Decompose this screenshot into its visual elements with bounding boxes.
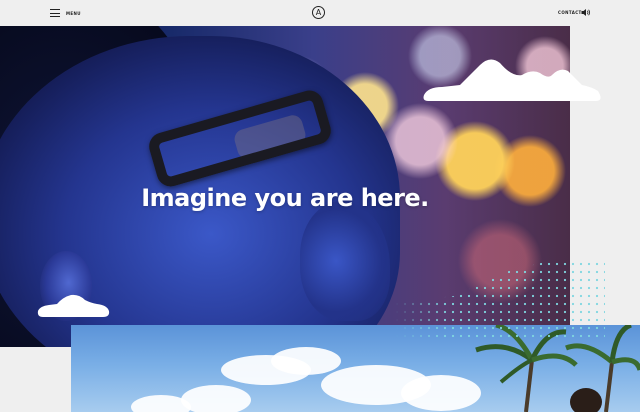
hamburger-icon [50, 9, 60, 17]
page: MENU A CONTACT Imagine you are here. [0, 0, 640, 412]
hero-headline: Imagine you are here. [141, 184, 429, 212]
top-bar: MENU A CONTACT [0, 0, 640, 26]
dot-pattern [395, 262, 605, 342]
cloud-shape-top [423, 59, 601, 101]
sky-cloud [181, 385, 251, 412]
contact-link[interactable]: CONTACT [558, 10, 582, 15]
menu-button[interactable]: MENU [50, 7, 81, 19]
menu-label: MENU [66, 10, 81, 16]
cloud-shape-bottom [37, 294, 110, 317]
brand-logo[interactable]: A [312, 6, 325, 19]
sky-cloud [131, 395, 191, 412]
logo-letter: A [315, 8, 322, 17]
speaker-icon[interactable] [581, 8, 591, 17]
sky-cloud [271, 347, 341, 375]
